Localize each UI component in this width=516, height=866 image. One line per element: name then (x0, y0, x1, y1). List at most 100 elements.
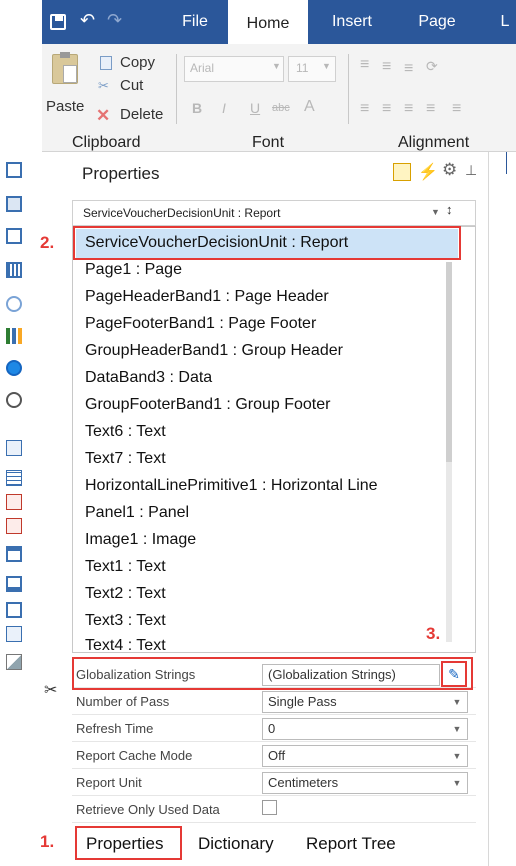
properties-view-icon[interactable] (393, 163, 411, 181)
tab-page[interactable]: Page (412, 0, 462, 44)
subreport-icon[interactable] (6, 296, 22, 312)
rich-text-icon[interactable] (6, 626, 22, 642)
paste-button[interactable]: Paste (46, 98, 84, 115)
chevron-down-icon[interactable]: ▼ (448, 692, 466, 712)
property-value[interactable]: Centimeters (262, 772, 468, 794)
callout-1: 1. (40, 832, 55, 851)
list-item[interactable]: Text3 : Text (85, 612, 166, 630)
pin-icon[interactable]: ⊥ (465, 162, 477, 179)
property-label: Retrieve Only Used Data (76, 802, 220, 817)
list-item[interactable]: PageFooterBand1 : Page Footer (85, 315, 316, 333)
align-center-icon[interactable]: ≡ (382, 100, 391, 118)
tab-file[interactable]: File (170, 0, 220, 44)
justify-icon[interactable]: ≡ (426, 100, 435, 118)
design-area-edge (488, 152, 516, 866)
panel-icon[interactable] (6, 602, 22, 618)
clock-icon[interactable] (6, 392, 22, 408)
property-value[interactable]: Off (262, 745, 468, 767)
retrieve-only-used-data-checkbox[interactable] (262, 800, 277, 815)
page-icon[interactable] (6, 228, 22, 244)
tab-dictionary[interactable]: Dictionary (198, 834, 274, 854)
paste-icon[interactable] (52, 52, 78, 84)
gear-icon[interactable]: ⚙ (442, 160, 457, 180)
property-label: Refresh Time (76, 721, 154, 736)
chart-icon[interactable] (6, 328, 22, 344)
property-value[interactable]: 0 (262, 718, 468, 740)
design-area-top-border (506, 152, 507, 174)
line-spacing-icon[interactable]: ≡ (452, 100, 461, 118)
list-icon[interactable] (6, 470, 22, 486)
list-item[interactable]: Text7 : Text (85, 450, 166, 468)
group-alignment: Alignment (398, 134, 470, 151)
font-name-value: Arial (190, 61, 215, 75)
list-item[interactable]: DataBand3 : Data (85, 369, 212, 387)
header-band-icon[interactable] (6, 546, 22, 562)
delete-icon: ✕ (96, 106, 111, 125)
chevron-down-icon[interactable]: ▼ (431, 207, 440, 217)
list-item[interactable]: Text4 : Text (85, 637, 166, 655)
component-selector-value: ServiceVoucherDecisionUnit : Report (83, 206, 281, 220)
italic-button[interactable]: I (222, 100, 226, 116)
list-item[interactable]: PageHeaderBand1 : Page Header (85, 288, 329, 306)
callout-2: 2. (40, 233, 55, 252)
globe-icon[interactable] (6, 360, 22, 376)
text-box-icon[interactable] (6, 494, 22, 510)
list-item[interactable]: Text2 : Text (85, 585, 166, 603)
footer-band-icon[interactable] (6, 576, 22, 592)
align-right-icon[interactable]: ≡ (404, 100, 413, 118)
strikethrough-button[interactable]: abc (272, 102, 290, 114)
group-clipboard: Clipboard (72, 134, 141, 151)
list-item[interactable]: HorizontalLinePrimitive1 : Horizontal Li… (85, 477, 378, 495)
sort-icon[interactable]: ↕ (446, 202, 453, 217)
text-box-alt-icon[interactable] (6, 518, 22, 534)
save-icon[interactable] (50, 14, 66, 30)
tab-insert[interactable]: Insert (322, 0, 382, 44)
left-toolbar (42, 152, 70, 866)
bands-icon[interactable] (6, 196, 22, 212)
panel-title: Properties (82, 164, 160, 183)
report-icon[interactable] (6, 162, 22, 178)
align-top-icon[interactable]: ≡ (360, 56, 369, 74)
annotation-box-properties-tab (75, 826, 182, 860)
list-item[interactable]: Image1 : Image (85, 531, 196, 549)
tools-icon[interactable]: ✂ (44, 680, 57, 700)
group-font: Font (252, 134, 285, 151)
chevron-down-icon[interactable]: ▼ (448, 746, 466, 766)
list-item[interactable]: Page1 : Page (85, 261, 182, 279)
redo-icon[interactable]: ↷ (107, 10, 122, 31)
list-item[interactable]: GroupHeaderBand1 : Group Header (85, 342, 343, 360)
property-label: Number of Pass (76, 694, 170, 709)
align-bottom-icon[interactable]: ≡ (404, 60, 413, 78)
tab-l[interactable]: L (494, 0, 516, 44)
list-item[interactable]: Text6 : Text (85, 423, 166, 441)
list-item[interactable]: Text1 : Text (85, 558, 166, 576)
copy-icon (100, 56, 112, 70)
callout-3: 3. (426, 624, 441, 643)
dropdown-scrollbar-thumb[interactable] (446, 262, 452, 462)
document-icon[interactable] (6, 440, 22, 456)
align-left-icon[interactable]: ≡ (360, 100, 369, 118)
font-size-value: 11 (296, 61, 309, 75)
rotate-icon[interactable]: ⟳ (426, 58, 438, 75)
cut-button[interactable]: Cut (120, 77, 143, 94)
chevron-down-icon[interactable]: ▼ (448, 719, 466, 739)
chevron-down-icon[interactable]: ▼ (448, 773, 466, 793)
annotation-box-edit-button (441, 661, 467, 687)
align-middle-icon[interactable]: ≡ (382, 58, 391, 76)
tab-report-tree[interactable]: Report Tree (306, 834, 396, 854)
ribbon-separator (348, 54, 349, 124)
undo-icon[interactable]: ↶ (80, 10, 95, 31)
events-icon[interactable]: ⚡ (418, 162, 438, 182)
property-value[interactable]: Single Pass (262, 691, 468, 713)
list-item[interactable]: GroupFooterBand1 : Group Footer (85, 396, 330, 414)
bold-button[interactable]: B (192, 100, 202, 116)
list-item[interactable]: Panel1 : Panel (85, 504, 189, 522)
delete-button[interactable]: Delete (120, 106, 163, 123)
tab-home[interactable]: Home (228, 0, 308, 44)
ribbon-separator (176, 54, 177, 124)
font-color-button[interactable]: A (304, 98, 315, 116)
image-icon[interactable] (6, 654, 22, 670)
underline-button[interactable]: U (250, 100, 260, 116)
copy-button[interactable]: Copy (120, 54, 155, 71)
barcode-icon[interactable] (6, 262, 22, 278)
